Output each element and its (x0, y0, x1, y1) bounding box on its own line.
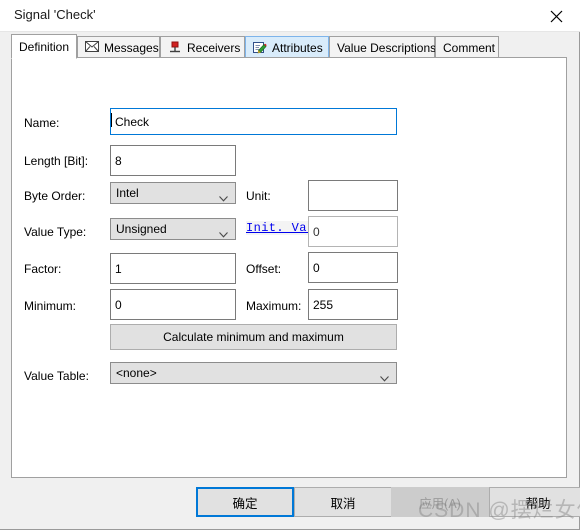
cancel-button[interactable]: 取消 (294, 487, 392, 517)
calculate-min-max-button[interactable]: Calculate minimum and maximum (110, 324, 397, 350)
tab-label: Attributes (272, 40, 323, 55)
text-caret (111, 113, 112, 127)
byte-order-value: Intel (116, 186, 139, 200)
name-label: Name: (24, 116, 60, 130)
chevron-down-icon (380, 371, 389, 385)
minimum-input[interactable] (110, 289, 236, 320)
value-table-select[interactable]: <none> (110, 362, 397, 384)
tab-comment[interactable]: Comment (435, 36, 499, 58)
tab-receivers[interactable]: Receivers (160, 36, 245, 58)
tab-label: Comment (443, 40, 496, 55)
tab-value-descriptions[interactable]: Value Descriptions (329, 36, 437, 58)
minimum-label: Minimum: (24, 299, 77, 313)
unit-input[interactable] (308, 180, 398, 211)
value-type-label: Value Type: (24, 225, 87, 239)
close-button[interactable] (534, 0, 580, 30)
maximum-label: Maximum: (246, 299, 302, 313)
tab-attributes[interactable]: Attributes (245, 36, 329, 58)
signal-properties-dialog: Signal 'Check' Definition Messages Recei… (0, 0, 580, 530)
maximum-input[interactable] (308, 289, 398, 320)
tab-label: Receivers (187, 40, 241, 55)
tab-definition[interactable]: Definition (11, 34, 77, 59)
factor-input[interactable] (110, 253, 236, 284)
tab-messages[interactable]: Messages (77, 36, 160, 58)
tab-label: Value Descriptions (337, 40, 437, 55)
byte-order-select[interactable]: Intel (110, 182, 236, 204)
dialog-button-bar: 确定 取消 应用(A) 帮助 (0, 479, 580, 529)
factor-label: Factor: (24, 262, 62, 276)
receiver-pin-icon (168, 41, 182, 55)
length-bit-input[interactable] (110, 145, 236, 176)
chevron-down-icon (219, 227, 228, 241)
length-bit-label: Length [Bit]: (24, 154, 89, 168)
offset-input[interactable] (308, 252, 398, 283)
unit-label: Unit: (246, 189, 271, 203)
pencil-note-icon (253, 41, 267, 55)
close-icon (550, 10, 563, 23)
envelope-icon (85, 40, 99, 55)
byte-order-label: Byte Order: (24, 189, 86, 203)
tab-label: Definition (19, 39, 70, 54)
init-value-input[interactable] (308, 216, 398, 247)
value-table-value: <none> (116, 366, 157, 380)
value-type-value: Unsigned (116, 222, 167, 236)
offset-label: Offset: (246, 262, 282, 276)
window-title: Signal 'Check' (14, 7, 96, 22)
chevron-down-icon (219, 191, 228, 205)
apply-button: 应用(A) (391, 487, 489, 517)
value-table-label: Value Table: (24, 369, 89, 383)
help-button[interactable]: 帮助 (489, 487, 580, 517)
tab-strip: Definition Messages Receivers Attributes… (11, 34, 567, 59)
title-bar: Signal 'Check' (0, 0, 580, 32)
value-type-select[interactable]: Unsigned (110, 218, 236, 240)
name-input[interactable] (110, 108, 397, 135)
ok-button[interactable]: 确定 (196, 487, 294, 517)
tab-label: Messages (104, 40, 159, 55)
